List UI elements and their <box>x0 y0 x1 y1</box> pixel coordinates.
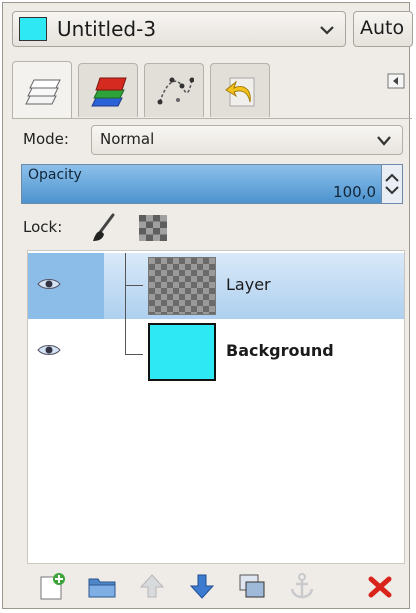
new-layer-icon <box>40 573 65 600</box>
layers-icon <box>25 79 61 105</box>
lock-label: Lock: <box>23 218 63 236</box>
tabs-divider <box>12 118 412 119</box>
duplicate-layer-button[interactable] <box>237 571 267 601</box>
tab-channels[interactable] <box>78 63 138 117</box>
new-layer-button[interactable] <box>37 571 67 601</box>
undo-history-icon <box>225 77 255 107</box>
tab-undo-history[interactable] <box>210 63 270 117</box>
mode-label: Mode: <box>23 130 69 148</box>
new-layer-group-button[interactable] <box>87 571 117 601</box>
anchor-layer-icon <box>290 573 314 599</box>
layer-row-background[interactable]: Background <box>28 319 404 385</box>
auto-button[interactable]: Auto <box>353 11 413 47</box>
channels-icon <box>91 77 127 107</box>
tab-layers[interactable] <box>12 61 72 119</box>
raise-layer-icon <box>139 574 165 598</box>
lower-layer-button[interactable] <box>187 571 217 601</box>
lock-alpha-icon[interactable] <box>139 215 167 241</box>
image-name: Untitled-3 <box>57 17 157 41</box>
duplicate-layer-icon <box>239 574 265 598</box>
delete-layer-icon <box>368 576 392 598</box>
mode-select[interactable]: Normal <box>91 125 403 155</box>
opacity-spin-buttons[interactable] <box>381 165 402 203</box>
image-selector[interactable]: Untitled-3 <box>12 11 346 47</box>
tree-connector <box>125 253 126 319</box>
delete-layer-button[interactable] <box>365 571 395 601</box>
spin-arrows-icon <box>385 173 399 195</box>
lock-pixels-icon[interactable] <box>91 213 117 243</box>
tree-connector <box>125 354 143 355</box>
image-color-swatch <box>19 17 47 41</box>
layer-name[interactable]: Layer <box>226 275 271 294</box>
opacity-label: Opacity <box>28 167 82 183</box>
tab-menu-icon[interactable] <box>387 73 405 89</box>
tree-connector <box>125 285 143 286</box>
layer-thumbnail <box>148 257 216 315</box>
anchor-layer-button[interactable] <box>287 571 317 601</box>
opacity-value: 100,0 <box>333 183 376 201</box>
layers-dock: Untitled-3 Auto Mode: Normal Opacity 100… <box>2 2 413 609</box>
raise-layer-button[interactable] <box>137 571 167 601</box>
new-layer-group-icon <box>88 578 116 598</box>
eye-icon[interactable] <box>37 277 61 291</box>
eye-icon[interactable] <box>37 343 61 357</box>
chevron-down-icon <box>377 136 391 146</box>
opacity-slider[interactable]: Opacity 100,0 <box>21 164 403 204</box>
tree-connector <box>125 319 126 355</box>
paths-icon <box>157 77 194 105</box>
layer-row-layer[interactable]: Layer <box>28 253 404 319</box>
layer-thumbnail <box>148 323 216 381</box>
layer-name[interactable]: Background <box>226 341 334 360</box>
mode-value: Normal <box>100 130 155 148</box>
lower-layer-icon <box>189 574 215 599</box>
tab-paths[interactable] <box>144 63 204 117</box>
chevron-down-icon <box>320 26 334 35</box>
layer-list[interactable]: Layer Background <box>27 250 405 564</box>
